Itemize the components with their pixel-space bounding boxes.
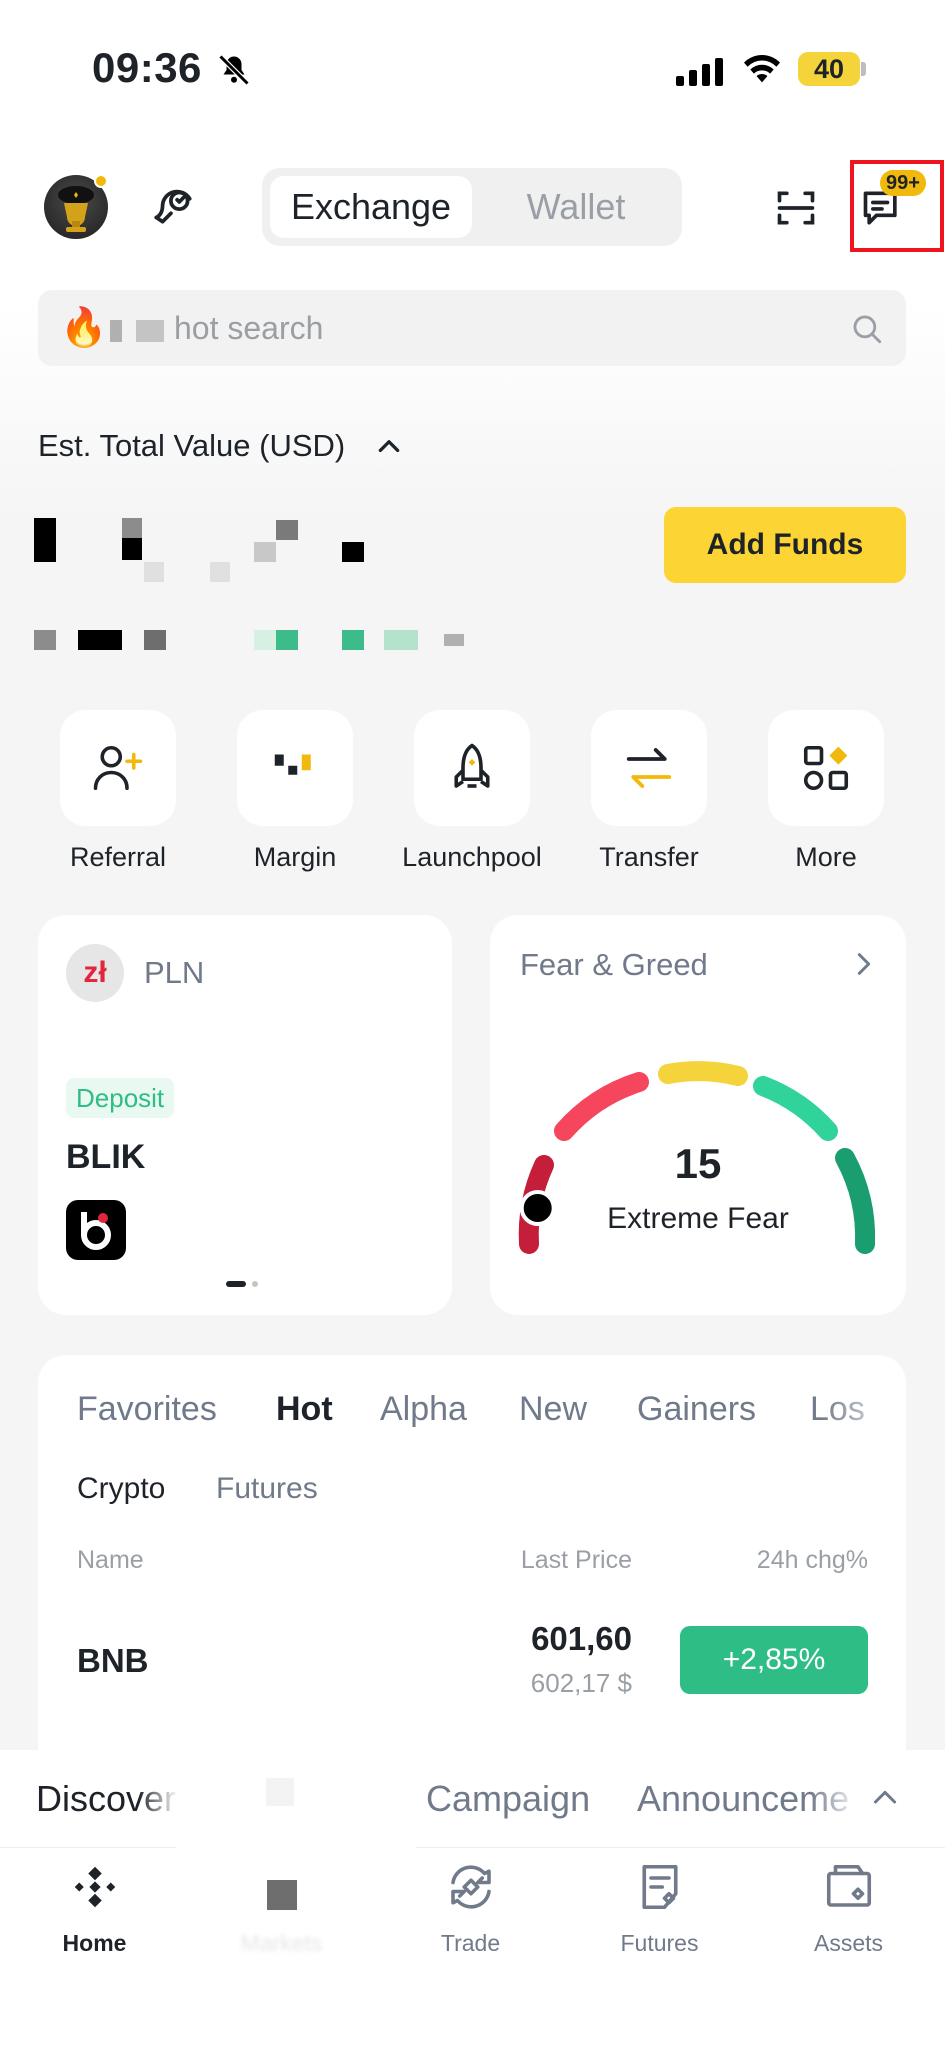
gauge-segment-fear xyxy=(554,1072,649,1141)
subtab-crypto[interactable]: Crypto xyxy=(77,1472,165,1506)
transfer-button[interactable] xyxy=(591,710,707,826)
bell-muted-icon xyxy=(218,54,250,86)
payment-method-label: BLIK xyxy=(66,1138,146,1176)
chevron-right-icon[interactable] xyxy=(852,950,876,978)
launchpool-label: Launchpool xyxy=(402,842,542,872)
margin-label: Margin xyxy=(253,842,337,872)
more-button[interactable] xyxy=(768,710,884,826)
nav-trade-label: Trade xyxy=(440,1930,501,1956)
nav-assets-label: Assets xyxy=(813,1930,884,1956)
blurred-search-terms xyxy=(110,319,122,342)
nav-trade[interactable]: Trade xyxy=(376,1860,565,1957)
trade-icon xyxy=(450,1865,491,1909)
hidden-balance xyxy=(34,518,374,588)
search-icon[interactable] xyxy=(850,312,884,346)
coin-price-usd: 602,17 $ xyxy=(530,1668,632,1698)
nav-futures[interactable]: Futures xyxy=(565,1860,754,1957)
coin-price: 601,60 xyxy=(531,1620,632,1657)
transfer-icon xyxy=(626,748,672,788)
coin-name: BNB xyxy=(77,1642,149,1679)
markets-icon xyxy=(255,1860,309,1914)
tab-campaign[interactable]: Campaign xyxy=(426,1778,590,1820)
launchpool-button[interactable] xyxy=(414,710,530,826)
ai-assistant-icon[interactable] xyxy=(148,180,198,230)
add-funds-button[interactable]: Add Funds xyxy=(664,507,906,583)
est-total-value-label[interactable]: Est. Total Value (USD) xyxy=(38,428,345,464)
pln-currency-logo: zł xyxy=(66,944,124,1002)
notification-dot xyxy=(94,174,108,188)
tab-exchange[interactable]: Exchange xyxy=(270,176,472,238)
more-apps-icon xyxy=(803,745,849,791)
carousel-dots xyxy=(226,1281,258,1287)
tab-gainers[interactable]: Gainers xyxy=(637,1390,756,1429)
discover-fade xyxy=(138,1760,178,1840)
change-badge: +2,85% xyxy=(680,1626,868,1694)
column-24h-change[interactable]: 24h chg% xyxy=(700,1546,868,1575)
nav-futures-label: Futures xyxy=(620,1930,699,1956)
battery-icon: 40 xyxy=(798,52,860,86)
nav-markets[interactable]: Markets xyxy=(187,1860,376,1957)
rocket-icon xyxy=(454,743,490,788)
transfer-label: Transfer xyxy=(599,842,699,872)
margin-button[interactable] xyxy=(237,710,353,826)
chevron-up-icon[interactable] xyxy=(870,1784,900,1808)
scan-icon[interactable] xyxy=(774,186,818,230)
referral-icon xyxy=(93,745,143,791)
nav-home[interactable]: Home xyxy=(0,1860,189,1957)
highlight-box xyxy=(850,160,944,252)
discover-fade-right xyxy=(810,1760,860,1840)
search-placeholder: hot search xyxy=(110,310,323,347)
referral-label: Referral xyxy=(69,842,167,872)
battery-tip xyxy=(861,62,866,76)
tab-favorites[interactable]: Favorites xyxy=(77,1390,217,1429)
currency-label: PLN xyxy=(144,955,205,990)
gauge-marker xyxy=(519,1190,556,1226)
chevron-up-icon[interactable] xyxy=(376,434,402,456)
fear-greed-label: Extreme Fear xyxy=(607,1202,789,1235)
gauge-segment-greed xyxy=(753,1076,838,1141)
margin-icon xyxy=(274,754,311,775)
wifi-icon xyxy=(744,55,780,83)
tab-hot[interactable]: Hot xyxy=(276,1390,333,1429)
deposit-tag: Deposit xyxy=(66,1078,175,1118)
column-name[interactable]: Name xyxy=(77,1546,144,1575)
referral-button[interactable] xyxy=(60,710,176,826)
hidden-pnl xyxy=(34,630,474,652)
search-placeholder-text: hot search xyxy=(174,310,324,346)
blurred-search-terms xyxy=(136,319,164,342)
status-time: 09:36 xyxy=(92,44,202,91)
nav-assets[interactable]: Assets xyxy=(754,1860,943,1957)
tab-alpha[interactable]: Alpha xyxy=(380,1390,467,1429)
futures-icon xyxy=(641,1864,678,1910)
fear-greed-value: 15 xyxy=(674,1140,722,1187)
nav-markets-label: Markets xyxy=(240,1930,323,1956)
tab-wallet[interactable]: Wallet xyxy=(478,176,674,238)
home-icon xyxy=(74,1866,115,1908)
subtab-futures[interactable]: Futures xyxy=(216,1472,318,1506)
tab-new[interactable]: New xyxy=(519,1390,587,1429)
nav-home-label: Home xyxy=(62,1930,127,1956)
blurred-tab xyxy=(176,1752,416,1848)
fear-greed-title: Fear & Greed xyxy=(520,947,708,982)
more-label: More xyxy=(795,842,857,872)
assets-icon xyxy=(826,1864,871,1907)
gauge-segment-neutral xyxy=(658,1061,748,1086)
cellular-signal-icon xyxy=(676,56,723,86)
tabs-fade xyxy=(820,1380,906,1440)
gauge-segment-extreme-greed xyxy=(835,1148,876,1254)
fire-icon: 🔥 xyxy=(60,307,108,349)
blik-logo-icon xyxy=(66,1200,126,1260)
column-last-price[interactable]: Last Price xyxy=(480,1546,632,1575)
